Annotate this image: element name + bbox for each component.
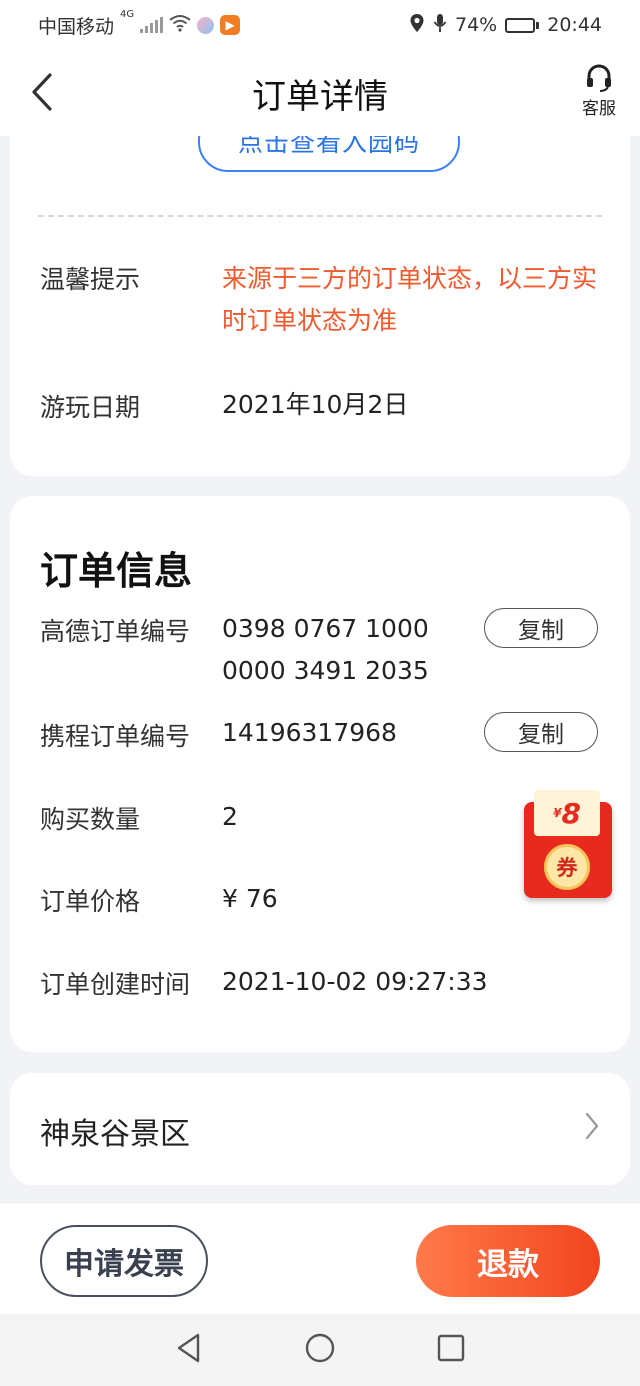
nav-home-circle-icon[interactable] xyxy=(304,1332,336,1368)
ctrip-order-number: 14196317968 xyxy=(222,718,397,747)
refund-button[interactable]: 退款 xyxy=(416,1225,600,1297)
amap-order-number-line2: 0000 3491 2035 xyxy=(222,656,429,685)
apply-invoice-button[interactable]: 申请发票 xyxy=(40,1225,208,1297)
coupon-currency: ¥ xyxy=(553,806,562,820)
tip-label: 温馨提示 xyxy=(40,265,141,294)
price-label: 订单价格 xyxy=(40,887,141,916)
created-time-value: 2021-10-02 09:27:33 xyxy=(222,967,488,996)
status-bar: 中国移动 4G ▶ 74% 20:44 xyxy=(0,0,640,50)
page-title: 订单详情 xyxy=(252,76,388,117)
clock: 20:44 xyxy=(547,14,602,36)
coupon-label: 券 xyxy=(544,844,590,890)
battery-icon xyxy=(505,17,540,33)
nav-back-triangle-icon[interactable] xyxy=(174,1332,204,1368)
quantity-value: 2 xyxy=(222,802,238,831)
system-nav-bar xyxy=(0,1314,640,1386)
back-button[interactable] xyxy=(22,70,62,114)
app-notification-icon xyxy=(197,16,215,34)
amap-order-label: 高德订单编号 xyxy=(40,617,191,646)
nav-recents-square-icon[interactable] xyxy=(436,1333,466,1367)
tip-value: 来源于三方的订单状态，以三方实时订单状态为准 xyxy=(222,264,598,335)
customer-service-label: 客服 xyxy=(582,99,616,119)
scenic-name: 神泉谷景区 xyxy=(40,1117,190,1152)
network-type: 4G xyxy=(120,8,135,20)
order-info-title: 订单信息 xyxy=(40,549,193,593)
order-info-card: 订单信息 高德订单编号 0398 0767 1000 0000 3491 203… xyxy=(10,496,630,1052)
amap-order-number-line1: 0398 0767 1000 xyxy=(222,614,429,643)
copy-ctrip-order-button[interactable]: 复制 xyxy=(484,712,598,752)
coupon-amount-card: ¥ 8 xyxy=(534,790,600,836)
headset-icon xyxy=(587,64,611,92)
back-arrow-icon xyxy=(32,73,52,111)
video-app-icon: ▶ xyxy=(220,15,241,35)
nav-bar: 订单详情 客服 xyxy=(0,50,640,136)
quantity-label: 购买数量 xyxy=(40,805,141,834)
dashed-divider xyxy=(38,215,602,217)
scenic-spot-row[interactable]: 神泉谷景区 xyxy=(10,1073,630,1185)
coupon-amount: 8 xyxy=(561,796,581,830)
wifi-icon xyxy=(169,14,191,37)
location-icon xyxy=(409,13,425,38)
created-time-label: 订单创建时间 xyxy=(40,970,191,999)
bottom-action-bar: 申请发票 退款 xyxy=(0,1202,640,1314)
price-value: ¥ 76 xyxy=(222,884,278,913)
copy-amap-order-button[interactable]: 复制 xyxy=(484,608,598,648)
play-date-label: 游玩日期 xyxy=(40,393,141,422)
ctrip-order-label: 携程订单编号 xyxy=(40,722,191,751)
chevron-right-icon xyxy=(584,1111,600,1145)
carrier-name: 中国移动 xyxy=(38,15,115,38)
customer-service-button[interactable]: 客服 xyxy=(582,64,616,119)
play-date-value: 2021年10月2日 xyxy=(222,390,409,419)
signal-icon xyxy=(140,17,164,33)
coupon-float-button[interactable]: ¥ 8 券 xyxy=(520,786,616,902)
microphone-icon xyxy=(433,13,447,38)
battery-percent: 74% xyxy=(455,14,498,36)
